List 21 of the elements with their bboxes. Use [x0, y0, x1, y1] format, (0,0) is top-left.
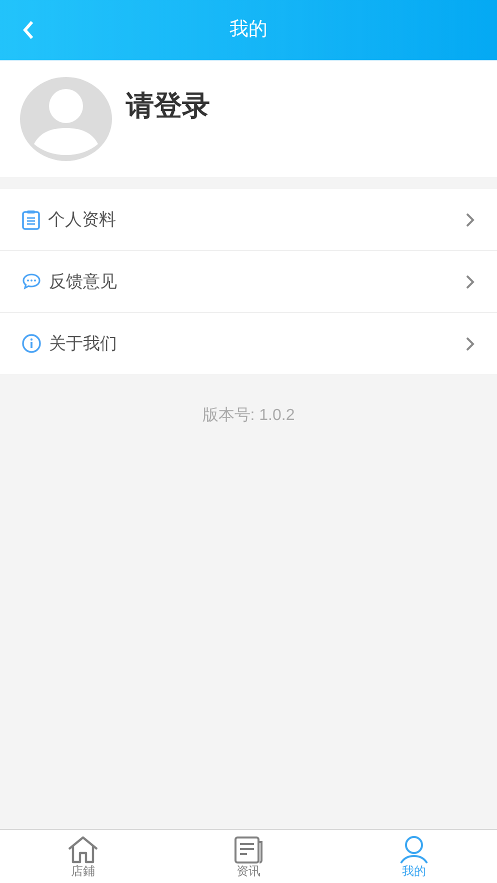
- menu-item[interactable]: 反馈意见: [0, 251, 497, 312]
- tab-item[interactable]: 资讯: [166, 830, 332, 883]
- chat-bubble-icon: [22, 273, 41, 290]
- menu-label: 反馈意见: [49, 270, 117, 293]
- avatar-icon: [20, 77, 112, 161]
- menu-label: 个人资料: [48, 208, 116, 231]
- page-title: 我的: [230, 18, 268, 42]
- document-icon: [22, 210, 40, 230]
- login-prompt[interactable]: 请登录: [126, 85, 210, 127]
- tab-item[interactable]: 店鋪: [0, 830, 166, 883]
- menu-item[interactable]: 关于我们: [0, 313, 497, 374]
- version-text: 版本号: 1.0.2: [202, 406, 295, 426]
- chevron-icon: [465, 336, 475, 352]
- menu-item[interactable]: 个人资料: [0, 189, 497, 250]
- person-icon: [399, 836, 430, 864]
- house-icon: [66, 836, 99, 864]
- info-icon: [22, 334, 41, 353]
- chevron-icon: [465, 212, 475, 228]
- newspaper-icon: [234, 836, 264, 864]
- menu-label: 关于我们: [49, 332, 117, 355]
- chevron-icon: [465, 274, 475, 290]
